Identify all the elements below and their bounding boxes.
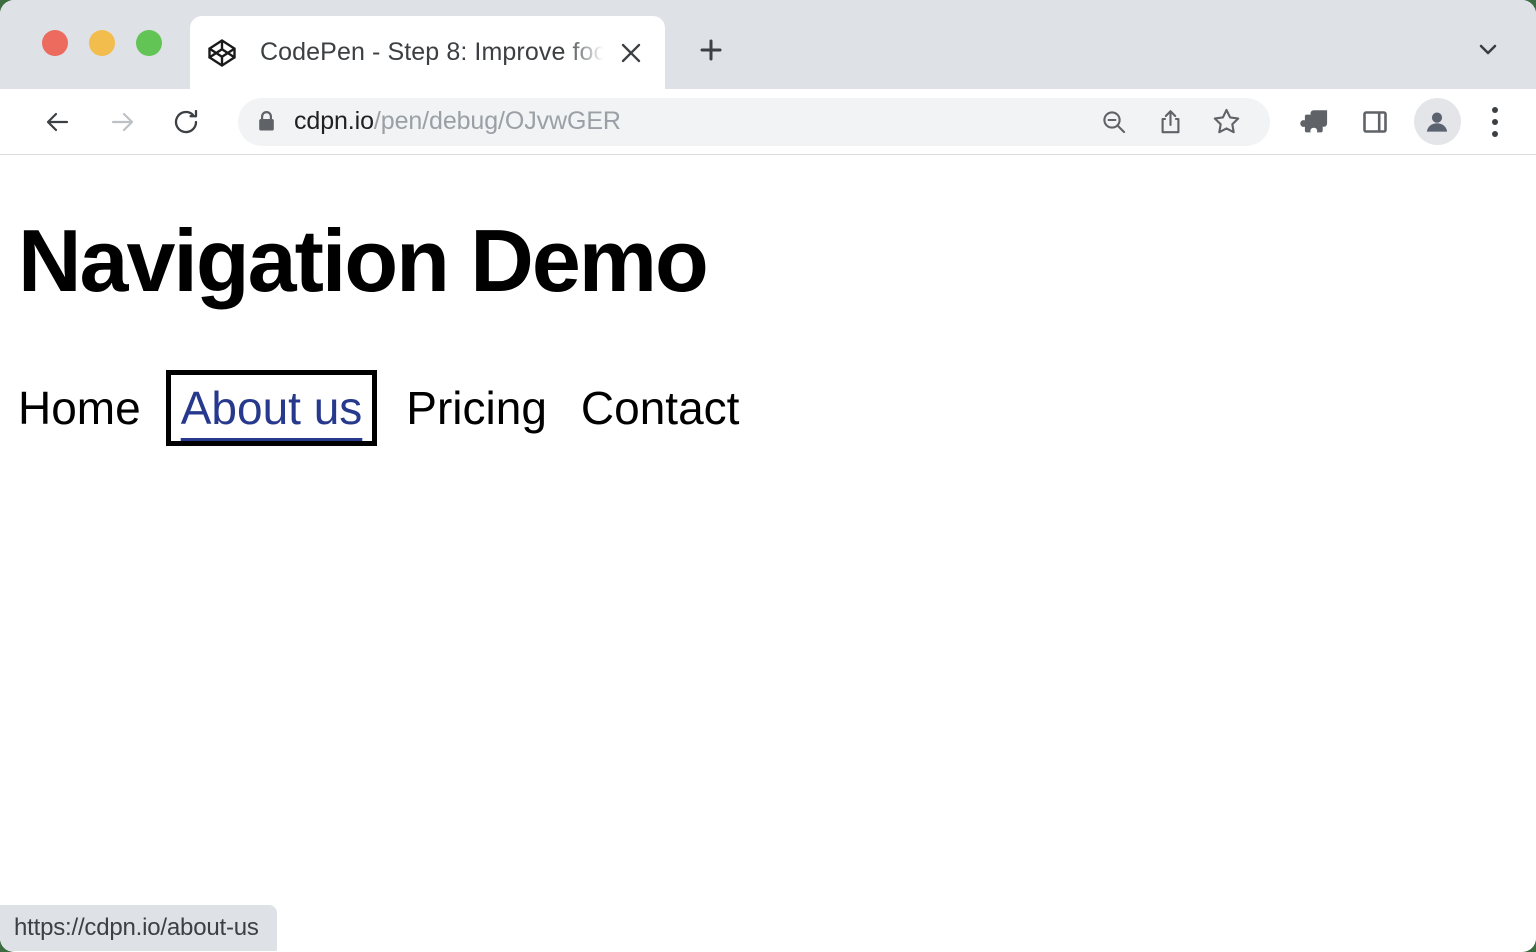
- omnibox-actions: [1086, 98, 1266, 146]
- reload-icon[interactable]: [158, 94, 214, 150]
- tab-title: CodePen - Step 8: Improve foc: [260, 38, 607, 67]
- nav-item-contact[interactable]: Contact: [581, 385, 740, 431]
- side-panel-icon[interactable]: [1344, 94, 1406, 150]
- nav-item-home[interactable]: Home: [18, 385, 141, 431]
- codepen-logo-icon: [206, 37, 238, 69]
- site-navigation: Home About us Pricing Contact: [18, 385, 739, 431]
- chevron-down-icon[interactable]: [1462, 23, 1514, 75]
- forward-arrow-icon: [94, 94, 150, 150]
- nav-link-about-us[interactable]: About us: [181, 385, 363, 431]
- share-icon[interactable]: [1142, 98, 1198, 146]
- nav-link-pricing[interactable]: Pricing: [406, 385, 547, 431]
- nav-item-pricing[interactable]: Pricing: [406, 385, 547, 431]
- three-dot-menu-icon[interactable]: [1468, 94, 1522, 150]
- nav-item-about-us[interactable]: About us: [181, 385, 363, 431]
- bookmark-star-icon[interactable]: [1198, 98, 1254, 146]
- url-host: cdpn.io: [294, 107, 374, 135]
- extensions-puzzle-icon[interactable]: [1282, 94, 1344, 150]
- browser-toolbar: cdpn.io/pen/debug/OJvwGER: [0, 89, 1536, 155]
- tab-strip: CodePen - Step 8: Improve foc: [0, 0, 1536, 89]
- address-bar[interactable]: cdpn.io/pen/debug/OJvwGER: [238, 98, 1270, 146]
- avatar: [1414, 98, 1461, 145]
- minimize-window-button[interactable]: [89, 30, 115, 56]
- nav-link-contact[interactable]: Contact: [581, 385, 740, 431]
- status-bubble: https://cdpn.io/about-us: [0, 905, 277, 951]
- lock-icon: [238, 110, 294, 133]
- browser-window: CodePen - Step 8: Improve foc: [0, 0, 1536, 952]
- window-controls: [42, 30, 162, 56]
- url-path: /pen/debug/OJvwGER: [374, 107, 621, 135]
- toolbar-right-icons: [1276, 94, 1522, 150]
- close-tab-button[interactable]: [607, 29, 655, 77]
- url-text: cdpn.io/pen/debug/OJvwGER: [294, 107, 1086, 136]
- zoom-out-icon[interactable]: [1086, 98, 1142, 146]
- page-title: Navigation Demo: [18, 217, 707, 305]
- maximize-window-button[interactable]: [136, 30, 162, 56]
- page-viewport: Navigation Demo Home About us Pricing Co…: [0, 155, 1536, 951]
- back-arrow-icon[interactable]: [30, 94, 86, 150]
- close-window-button[interactable]: [42, 30, 68, 56]
- nav-link-home[interactable]: Home: [18, 385, 141, 431]
- profile-avatar-icon[interactable]: [1406, 94, 1468, 150]
- browser-tab-active[interactable]: CodePen - Step 8: Improve foc: [190, 16, 665, 89]
- new-tab-button[interactable]: [680, 19, 742, 81]
